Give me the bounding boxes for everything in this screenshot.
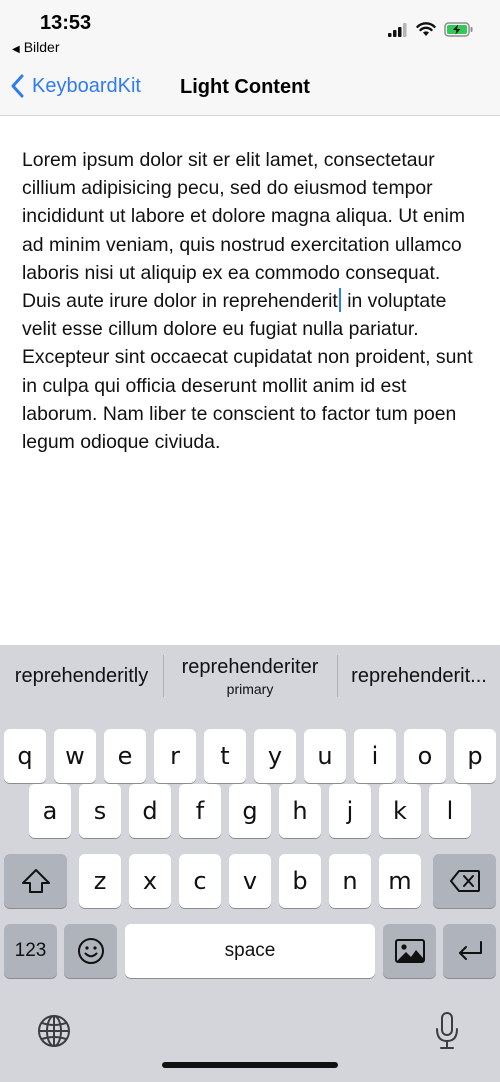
status-time: 13:53 — [40, 12, 92, 34]
image-icon — [394, 939, 425, 963]
shift-key[interactable] — [4, 854, 67, 908]
key-b[interactable]: b — [279, 854, 321, 908]
keyboard: reprehenderitly reprehenderiter primary … — [0, 645, 500, 1082]
text-after-cursor: in voluptate velit esse cillum dolore eu… — [22, 290, 473, 454]
key-q[interactable]: q — [4, 729, 46, 783]
back-app-label: Bilder — [23, 39, 60, 55]
key-u[interactable]: u — [304, 729, 346, 783]
emoji-key[interactable] — [64, 924, 117, 978]
page-title: Light Content — [180, 76, 310, 98]
back-to-app-link[interactable]: ◀ Bilder — [12, 39, 60, 55]
microphone-icon — [436, 1012, 458, 1049]
globe-icon — [38, 1015, 70, 1047]
suggestion-item[interactable]: reprehenderit... — [338, 645, 500, 707]
key-v[interactable]: v — [229, 854, 271, 908]
key-m[interactable]: m — [379, 854, 421, 908]
shift-icon — [21, 869, 50, 893]
emoji-icon — [77, 938, 104, 964]
key-l[interactable]: l — [429, 784, 471, 838]
return-icon — [458, 941, 482, 960]
key-s[interactable]: s — [79, 784, 121, 838]
suggestion-sub-label: primary — [226, 680, 274, 697]
return-key[interactable] — [443, 924, 496, 978]
key-k[interactable]: k — [379, 784, 421, 838]
cellular-signal-icon — [388, 22, 407, 37]
suggestion-bar: reprehenderitly reprehenderiter primary … — [0, 645, 500, 707]
key-o[interactable]: o — [404, 729, 446, 783]
key-w[interactable]: w — [54, 729, 96, 783]
key-i[interactable]: i — [354, 729, 396, 783]
numbers-key[interactable]: 123 — [4, 924, 57, 978]
backspace-key[interactable] — [433, 854, 496, 908]
key-d[interactable]: d — [129, 784, 171, 838]
key-c[interactable]: c — [179, 854, 221, 908]
dictation-button[interactable] — [430, 1009, 464, 1053]
suggestion-item-primary[interactable]: reprehenderiter primary — [164, 645, 336, 707]
key-h[interactable]: h — [279, 784, 321, 838]
suggestion-label: reprehenderitly — [14, 664, 149, 687]
key-r[interactable]: r — [154, 729, 196, 783]
text-before-cursor: Lorem ipsum dolor sit er elit lamet, con… — [22, 149, 466, 313]
key-g[interactable]: g — [229, 784, 271, 838]
key-a[interactable]: a — [29, 784, 71, 838]
key-f[interactable]: f — [179, 784, 221, 838]
text-editor[interactable]: Lorem ipsum dolor sit er elit lamet, con… — [22, 146, 478, 456]
key-n[interactable]: n — [329, 854, 371, 908]
key-x[interactable]: x — [129, 854, 171, 908]
image-key[interactable] — [383, 924, 436, 978]
nav-back-button[interactable]: KeyboardKit — [10, 74, 141, 98]
key-e[interactable]: e — [104, 729, 146, 783]
suggestion-label: reprehenderiter — [181, 655, 319, 678]
space-key[interactable]: space — [125, 924, 375, 978]
suggestion-item[interactable]: reprehenderitly — [0, 645, 163, 707]
nav-back-label: KeyboardKit — [32, 74, 141, 97]
key-z[interactable]: z — [79, 854, 121, 908]
key-p[interactable]: p — [454, 729, 496, 783]
suggestion-label: reprehenderit... — [351, 664, 487, 687]
globe-button[interactable] — [34, 1011, 74, 1051]
text-cursor — [338, 288, 341, 313]
home-indicator[interactable] — [162, 1062, 338, 1068]
key-j[interactable]: j — [329, 784, 371, 838]
battery-charging-icon — [444, 22, 473, 37]
navigation-bar: KeyboardKit Light Content — [0, 62, 500, 116]
status-icons — [388, 22, 474, 37]
chevron-left-icon — [11, 74, 24, 98]
backspace-icon — [449, 870, 480, 892]
key-y[interactable]: y — [254, 729, 296, 783]
wifi-icon — [416, 22, 436, 36]
back-triangle-icon: ◀ — [12, 44, 20, 55]
status-bar: 13:53 ◀ Bilder — [0, 0, 500, 62]
key-t[interactable]: t — [204, 729, 246, 783]
